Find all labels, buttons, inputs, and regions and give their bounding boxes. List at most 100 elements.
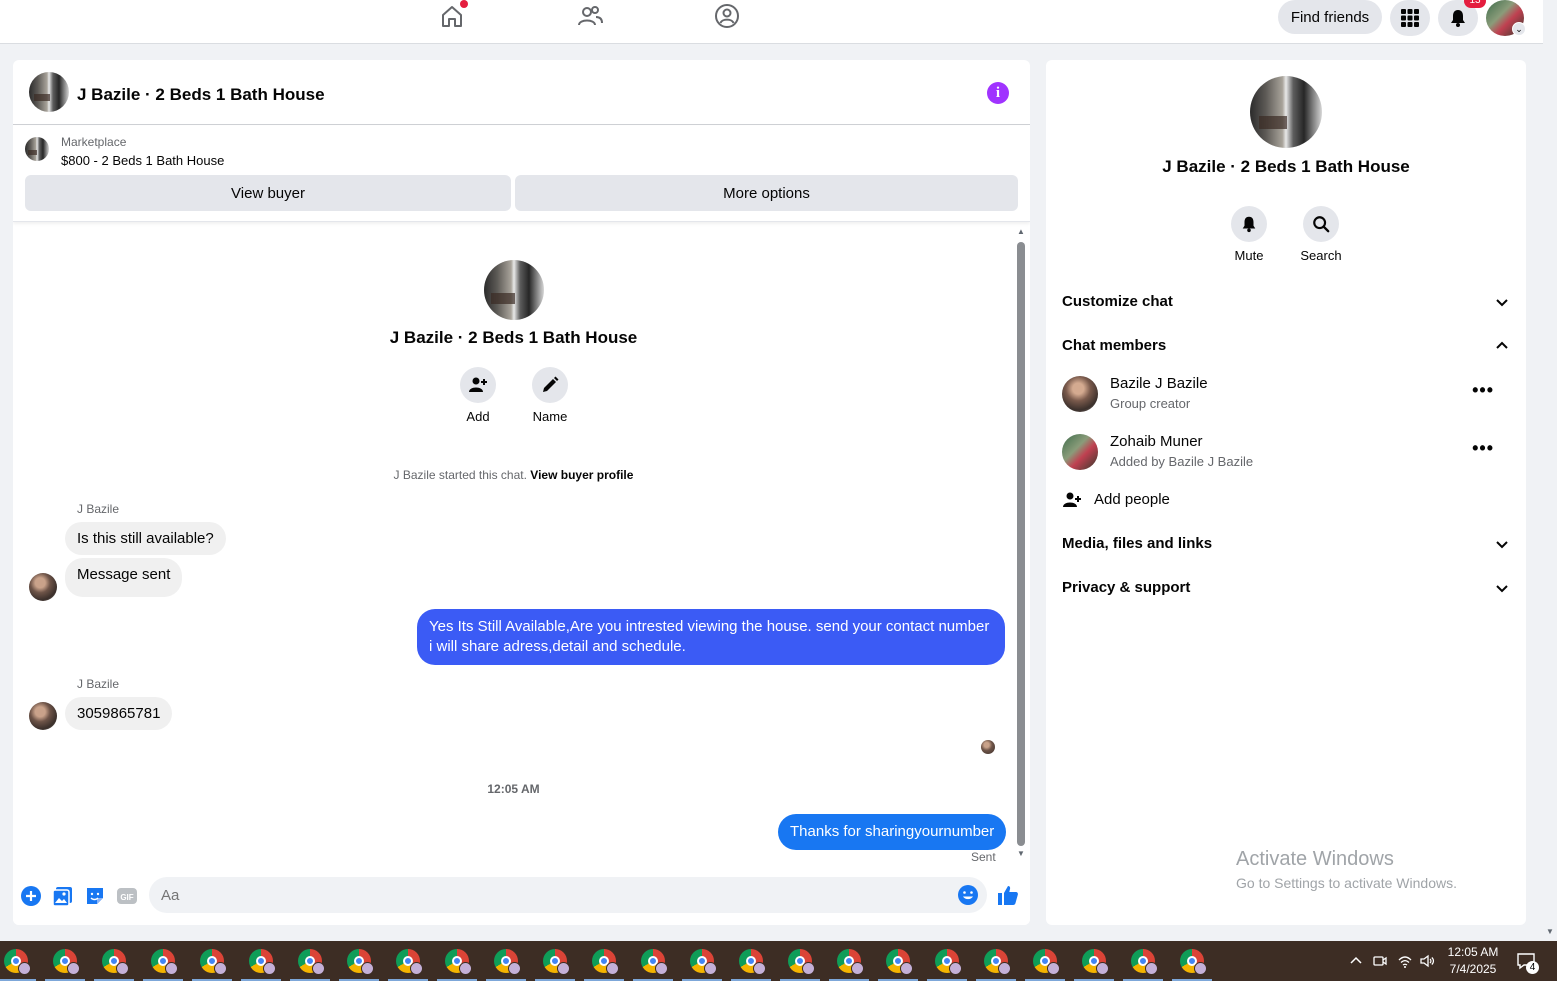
account-chevron-icon[interactable]: ⌄ (1512, 22, 1526, 36)
chrome-icon[interactable] (690, 949, 717, 975)
search-action[interactable]: Search (1286, 206, 1356, 263)
member-row[interactable]: Bazile J Bazile Group creator ••• (1062, 374, 1510, 414)
menu-grid-icon[interactable] (1390, 0, 1430, 36)
plus-circle-icon[interactable] (20, 885, 42, 907)
watermark-subtitle: Go to Settings to activate Windows. (1236, 875, 1457, 891)
photo-gallery-icon[interactable] (52, 885, 74, 907)
chat-info-title: J Bazile · 2 Beds 1 Bath House (1162, 157, 1410, 176)
member-avatar[interactable] (1062, 434, 1098, 470)
more-options-icon[interactable]: ••• (1472, 381, 1494, 399)
chat-started-text: J Bazile started this chat. (393, 468, 527, 482)
incoming-message-bubble[interactable]: Message sent (65, 558, 183, 597)
chrome-icon[interactable] (151, 949, 178, 975)
chrome-icon[interactable] (1131, 949, 1158, 975)
bell-icon[interactable] (1231, 206, 1267, 242)
gif-icon[interactable]: GIF (116, 885, 138, 907)
volume-icon[interactable] (1419, 953, 1435, 969)
page-scroll-down-arrow-icon[interactable]: ▼ (1545, 927, 1555, 936)
member-role: Group creator (1110, 396, 1191, 411)
chrome-icon[interactable] (935, 949, 962, 975)
svg-text:GIF: GIF (120, 893, 133, 902)
chat-panel: J Bazile · 2 Beds 1 Bath House i Marketp… (13, 60, 1030, 925)
chat-header: J Bazile · 2 Beds 1 Bath House i (13, 60, 1030, 125)
add-member-action[interactable]: Add (448, 367, 508, 424)
meet-now-icon[interactable] (1372, 953, 1388, 969)
chrome-icon[interactable] (886, 949, 913, 975)
thumbs-up-icon[interactable] (996, 883, 1020, 907)
chrome-icon[interactable] (445, 949, 472, 975)
marketplace-listing-thumbnail[interactable] (25, 137, 49, 161)
member-name[interactable]: Bazile J Bazile (1110, 375, 1208, 392)
outgoing-message-bubble[interactable]: Yes Its Still Available,Are you intreste… (417, 609, 1005, 665)
chrome-icon[interactable] (347, 949, 374, 975)
listing-thumbnail[interactable] (29, 72, 69, 112)
scroll-down-arrow-icon[interactable]: ▼ (1016, 850, 1026, 858)
chevron-up-icon (1494, 338, 1510, 354)
search-icon[interactable] (1303, 206, 1339, 242)
view-buyer-profile-link[interactable]: View buyer profile (530, 468, 633, 482)
sender-avatar[interactable] (29, 573, 57, 601)
incoming-message-bubble[interactable]: Is this still available? (65, 522, 226, 555)
chrome-icon[interactable] (592, 949, 619, 975)
chat-members-section[interactable]: Chat members (1062, 334, 1510, 358)
chat-scrollbar[interactable]: ▲ ▼ (1016, 226, 1026, 860)
name-chat-action[interactable]: Name (520, 367, 580, 424)
chevron-up-icon[interactable] (1348, 953, 1364, 969)
message-input[interactable] (149, 877, 987, 913)
mute-action[interactable]: Mute (1214, 206, 1284, 263)
media-files-links-section[interactable]: Media, files and links (1062, 532, 1510, 556)
add-person-icon (1062, 490, 1082, 510)
add-person-icon[interactable] (460, 367, 496, 403)
incoming-message-bubble[interactable]: 3059865781 (65, 697, 173, 730)
activate-windows-watermark: Activate Windows Go to Settings to activ… (1236, 848, 1457, 891)
taskbar-clock[interactable]: 12:05 AM 7/4/2025 (1438, 944, 1508, 978)
member-row[interactable]: Zohaib Muner Added by Bazile J Bazile ••… (1062, 432, 1510, 472)
chrome-icon[interactable] (102, 949, 129, 975)
search-label: Search (1300, 248, 1342, 263)
chrome-icon[interactable] (739, 949, 766, 975)
find-friends-button[interactable]: Find friends (1278, 0, 1382, 34)
chrome-icon[interactable] (53, 949, 80, 975)
chrome-icon[interactable] (249, 949, 276, 975)
more-options-icon[interactable]: ••• (1472, 439, 1494, 457)
emoji-icon[interactable] (957, 884, 979, 906)
chat-title[interactable]: J Bazile · 2 Beds 1 Bath House (77, 85, 325, 105)
chat-intro-thumbnail (484, 260, 544, 320)
network-icon[interactable] (1397, 953, 1413, 969)
info-icon[interactable]: i (987, 82, 1009, 104)
more-options-button[interactable]: More options (515, 175, 1018, 211)
friends-icon[interactable] (576, 2, 604, 30)
pencil-icon[interactable] (532, 367, 568, 403)
privacy-support-section[interactable]: Privacy & support (1062, 576, 1510, 600)
chrome-icon[interactable] (1033, 949, 1060, 975)
groups-icon[interactable] (713, 2, 741, 30)
seen-receipt-avatar (981, 740, 995, 754)
chrome-icon[interactable] (494, 949, 521, 975)
chat-info-thumbnail[interactable] (1250, 76, 1322, 148)
member-name[interactable]: Zohaib Muner (1110, 433, 1203, 450)
customize-chat-section[interactable]: Customize chat (1062, 290, 1510, 314)
scrollbar-thumb[interactable] (1017, 242, 1025, 846)
chrome-icon[interactable] (1082, 949, 1109, 975)
chrome-icon[interactable] (837, 949, 864, 975)
sender-avatar[interactable] (29, 702, 57, 730)
marketplace-listing-title[interactable]: $800 - 2 Beds 1 Bath House (61, 153, 224, 168)
chrome-icon[interactable] (200, 949, 227, 975)
scroll-up-arrow-icon[interactable]: ▲ (1016, 228, 1026, 236)
chrome-icon[interactable] (396, 949, 423, 975)
chevron-down-icon (1494, 536, 1510, 552)
member-role: Added by Bazile J Bazile (1110, 454, 1254, 469)
chrome-icon[interactable] (1180, 949, 1207, 975)
sticker-icon[interactable] (84, 885, 106, 907)
chrome-icon[interactable] (641, 949, 668, 975)
member-avatar[interactable] (1062, 376, 1098, 412)
chrome-icon[interactable] (298, 949, 325, 975)
view-buyer-button[interactable]: View buyer (25, 175, 511, 211)
home-icon[interactable] (438, 0, 468, 30)
chrome-icon[interactable] (788, 949, 815, 975)
chrome-icon[interactable] (4, 949, 31, 975)
message-composer: GIF (13, 870, 1030, 925)
chrome-icon[interactable] (984, 949, 1011, 975)
outgoing-message-bubble[interactable]: Thanks for sharingyournumber (778, 814, 1007, 850)
chrome-icon[interactable] (543, 949, 570, 975)
